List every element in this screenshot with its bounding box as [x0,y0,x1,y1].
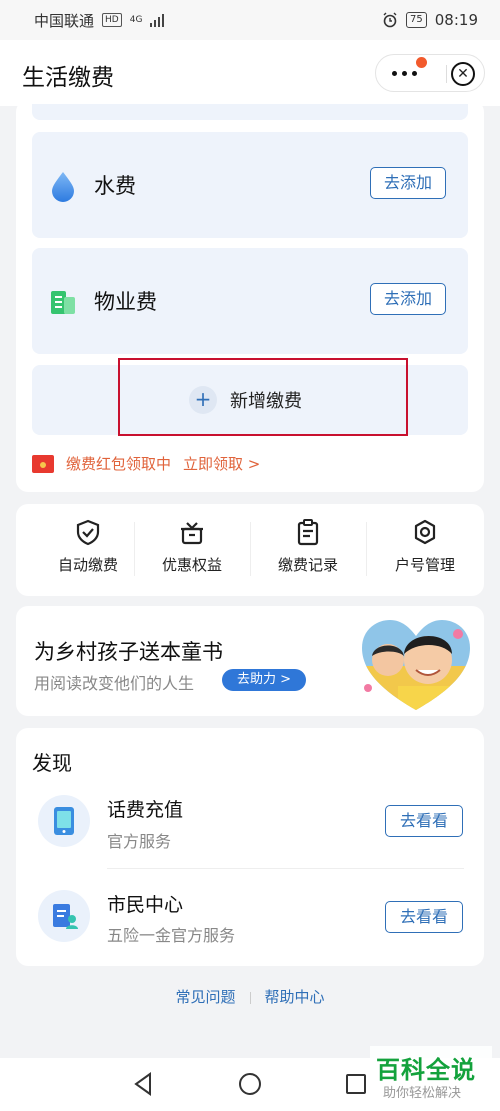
faq-link[interactable]: 常见问题 [175,988,235,1006]
quick-action-account-manage[interactable]: 户号管理 [367,518,483,575]
citizen-center-icon-wrap [38,890,90,942]
promo-link[interactable]: 立即领取 > [183,453,260,474]
close-icon[interactable]: ✕ [451,62,475,86]
quick-action-records[interactable]: 缴费记录 [250,518,366,575]
property-building-icon [51,291,75,314]
banner-title: 为乡村孩子送本童书 [34,640,223,664]
discover-title: 发现 [32,751,72,775]
status-bar: 中国联通 HD 4G 75 08:19 [0,0,500,40]
clipboard-icon [297,519,319,546]
view-phone-recharge-button[interactable]: 去看看 [385,805,463,837]
signal-icon [150,13,165,27]
phone-recharge-icon-wrap [38,795,90,847]
more-icon[interactable] [392,71,417,76]
discover-item-name: 话费充值 [107,799,184,821]
clock-time: 08:19 [434,11,478,29]
page-header: 生活缴费 ✕ [0,40,500,106]
quick-action-label: 优惠权益 [161,556,222,574]
page-title: 生活缴费 [22,65,114,91]
previous-bill-row [32,104,468,120]
discover-item-desc: 官方服务 [107,832,172,851]
alarm-icon [383,12,397,28]
link-separator [249,991,251,1004]
phone-icon [54,807,74,835]
banner-subtitle: 用阅读改变他们的人生 [34,674,195,693]
mini-program-capsule: ✕ [375,54,485,92]
help-support-button[interactable]: 去助力 > [222,669,306,691]
discover-item-name: 市民中心 [107,894,184,916]
capsule-divider [446,65,447,83]
add-water-bill-button[interactable]: 去添加 [370,167,446,199]
shield-check-icon [76,519,100,546]
help-center-link[interactable]: 帮助中心 [265,988,325,1006]
watermark-subtitle: 助你轻松解决 [383,1086,462,1101]
bill-row-water[interactable]: 水费 去添加 [32,132,468,238]
gear-icon [414,519,436,545]
bill-row-property[interactable]: 物业费 去添加 [32,248,468,354]
quick-action-label: 缴费记录 [277,556,338,574]
carrier-label: 中国联通 [34,11,95,30]
children-photo [362,620,470,710]
discover-item-desc: 五险一金官方服务 [107,926,236,945]
quick-action-label: 户号管理 [394,556,455,574]
add-property-bill-button[interactable]: 去添加 [370,283,446,315]
divider [366,522,367,576]
hd-badge: HD [102,13,122,27]
footer-links: 常见问题 帮助中心 [0,986,500,1007]
promo-bar[interactable]: 缴费红包领取中 立即领取 > [32,453,260,474]
divider [107,868,464,869]
notification-dot [416,57,427,68]
gift-icon [181,522,203,545]
promo-text: 缴费红包领取中 [66,455,172,473]
watermark-title: 百科全说 [376,1056,476,1084]
back-nav-icon[interactable] [132,1072,154,1096]
view-citizen-center-button[interactable]: 去看看 [385,901,463,933]
home-nav-icon[interactable] [238,1072,262,1096]
red-envelope-icon [32,454,54,473]
quick-action-auto-pay[interactable]: 自动缴费 [30,518,146,575]
quick-action-benefits[interactable]: 优惠权益 [134,518,250,575]
divider [250,522,251,576]
bill-name: 水费 [94,174,136,198]
battery-indicator: 75 [406,12,427,28]
quick-action-label: 自动缴费 [57,556,118,574]
highlight-box [118,358,408,436]
bill-name: 物业费 [94,290,157,314]
citizen-doc-icon [53,904,78,929]
divider [134,522,135,576]
recents-nav-icon[interactable] [345,1073,367,1095]
network-label: 4G [129,15,143,25]
water-drop-icon [52,172,74,202]
watermark-logo: 百科全说 助你轻松解决 [370,1046,492,1104]
